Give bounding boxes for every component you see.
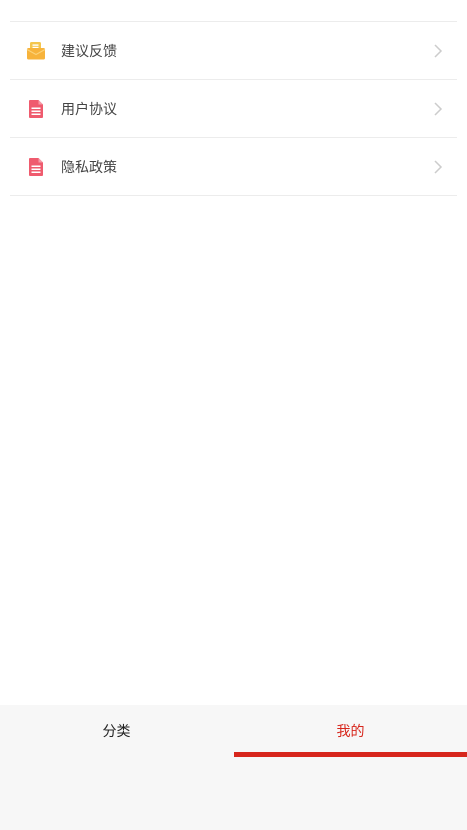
tab-label: 我的	[336, 724, 365, 740]
chevron-right-icon	[433, 101, 443, 117]
menu-item-label: 隐私政策	[61, 159, 117, 176]
tab-label: 分类	[102, 724, 131, 740]
tab-mine[interactable]: 我的	[234, 705, 467, 757]
document-icon	[26, 157, 46, 177]
menu-item-feedback[interactable]: 建议反馈	[10, 22, 457, 80]
menu-item-user-agreement[interactable]: 用户协议	[10, 80, 457, 138]
menu-item-privacy-policy[interactable]: 隐私政策	[10, 138, 457, 196]
screen: 建议反馈 用户协议 隐私政策 分类 我的	[0, 0, 467, 830]
mail-icon	[26, 41, 46, 61]
settings-menu: 建议反馈 用户协议 隐私政策	[10, 21, 457, 196]
menu-item-label: 建议反馈	[61, 43, 117, 60]
tab-category[interactable]: 分类	[0, 705, 233, 757]
document-icon	[26, 99, 46, 119]
chevron-right-icon	[433, 159, 443, 175]
active-tab-indicator	[234, 752, 467, 757]
bottom-tab-bar: 分类 我的	[0, 705, 467, 830]
chevron-right-icon	[433, 43, 443, 59]
menu-item-label: 用户协议	[61, 101, 117, 118]
